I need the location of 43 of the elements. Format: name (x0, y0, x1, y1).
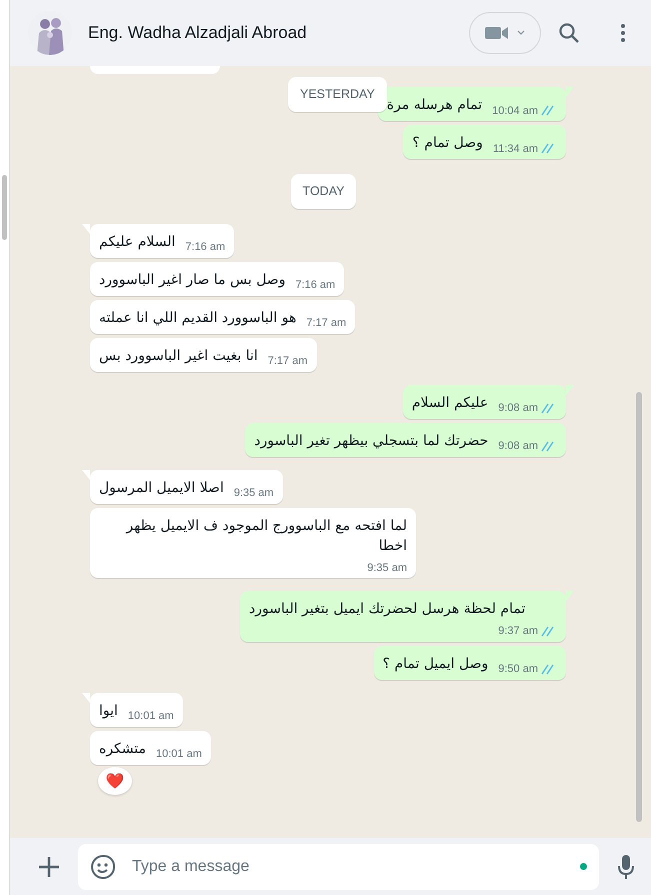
message-time: 9:35 am (234, 486, 274, 502)
plus-icon[interactable] (38, 856, 60, 878)
message-time: 11:34 am (492, 142, 538, 156)
message-time: 9:37 am (498, 624, 538, 640)
search-icon[interactable] (557, 21, 581, 45)
message-text: لما افتحه مع الباسوورج الموجود ف الايميل يظهر اخطا (124, 516, 407, 556)
reaction-emoji[interactable]: ❤ (98, 766, 132, 795)
message-time: 7:17 am (268, 354, 308, 370)
message-time: 10:01 am (156, 747, 202, 762)
message-time: 9:08 am (498, 439, 538, 454)
message-text: متشكره (99, 740, 146, 759)
message-text: انا بغيت اغير الباسوورد بس (99, 346, 258, 366)
message-text: ايوا (99, 702, 118, 721)
message-time: 10:04 am (492, 104, 538, 118)
message-time: 9:50 am (498, 662, 538, 678)
video-call-button[interactable] (469, 12, 541, 54)
message-text: وصل بس ما صار اغير الباسوورد (99, 270, 286, 290)
scrollbar-thumb[interactable] (636, 392, 642, 822)
message-text: عليكم السلام (412, 394, 488, 413)
message-time: 10:01 am (128, 709, 174, 724)
message-text: تمام لحظة هرسل لحضرتك ايميل بتغير الباسورد (249, 600, 526, 620)
microphone-icon[interactable] (617, 854, 635, 880)
message-time: 7:17 am (306, 316, 346, 332)
scrollbar-thumb[interactable] (2, 175, 7, 240)
video-camera-icon (485, 25, 509, 41)
message-text: حضرتك لما بتسجلي بيظهر تغير الباسورد (254, 432, 488, 451)
message-time: 9:35 am (367, 560, 407, 576)
message-text: اصلا الايميل المرسول (99, 478, 224, 498)
message-field[interactable]: Type a message (78, 844, 599, 890)
caret-icon (517, 30, 525, 36)
sticker-icon[interactable] (90, 854, 116, 880)
date-chip: YESTERDAY (288, 77, 387, 112)
message-text: هو الباسوورد القديم اللي انا عملته (99, 308, 296, 328)
message-time: 9:08 am (498, 401, 538, 416)
message-time: 7:16 am (295, 278, 336, 294)
message-text: وصل ايميل تمام ؟ (382, 654, 488, 674)
date-chip: TODAY (290, 174, 356, 209)
status-dot (580, 863, 587, 870)
message-text: السلام عليكم (99, 232, 176, 252)
message-text: تمام هرسله مرة (386, 96, 482, 115)
contact-name: Eng. Wadha Alzadjali Abroad (88, 22, 307, 44)
message-time: 7:16 am (185, 240, 226, 256)
message-text: وصل تمام ؟ (412, 134, 483, 153)
